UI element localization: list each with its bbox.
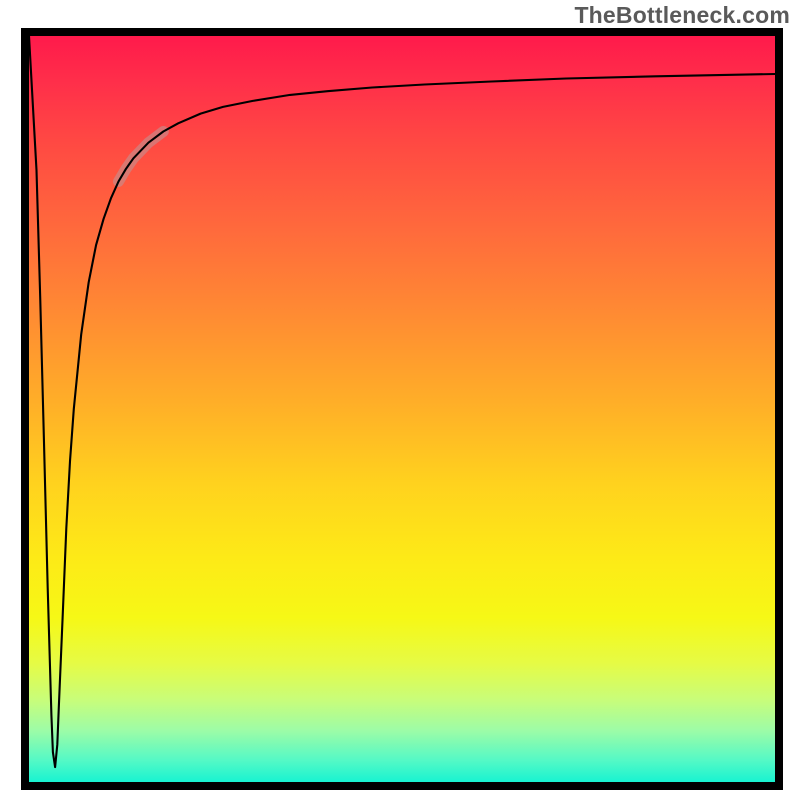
- plot-area: [21, 28, 783, 790]
- chart-container: TheBottleneck.com: [0, 0, 800, 800]
- curve-highlight-segment: [119, 132, 164, 182]
- curve-svg: [29, 36, 775, 782]
- watermark-text: TheBottleneck.com: [574, 2, 790, 29]
